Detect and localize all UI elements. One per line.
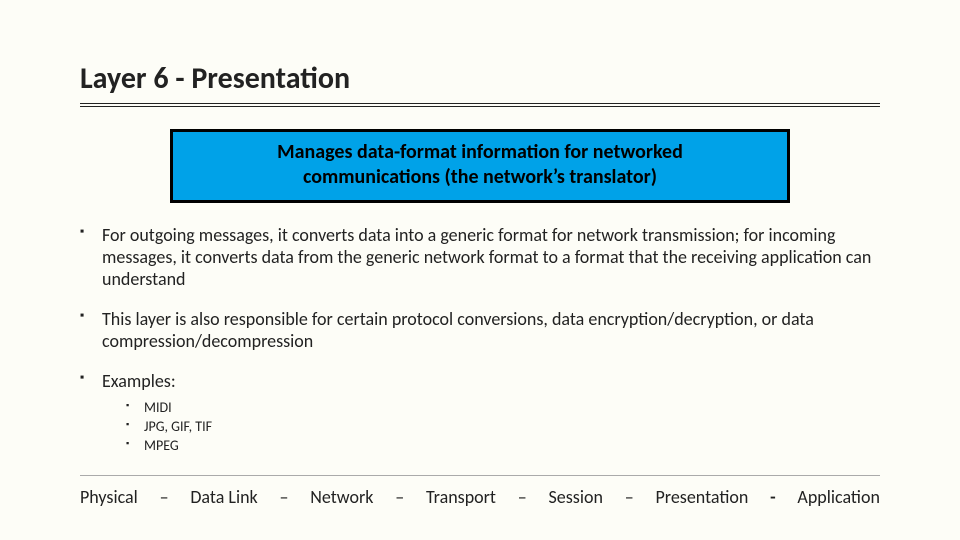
slide: Layer 6 - Presentation Manages data-form… [0,0,960,540]
title-divider [80,103,880,107]
separator-icon: – [280,486,289,508]
bullet-list: For outgoing messages, it converts data … [80,225,880,455]
bullet-item-label: Examples: [102,370,176,392]
layer-item: Session [549,486,603,508]
footer-divider [80,475,880,476]
layer-item: Application [797,486,880,508]
summary-line-1: Manages data-format information for netw… [277,140,683,164]
layer-item: Physical [80,486,138,508]
example-item: MIDI [126,399,880,418]
example-item: MPEG [126,437,880,456]
separator-icon: - [770,486,776,508]
layer-breadcrumb: Physical – Data Link – Network – Transpo… [80,486,880,508]
layer-item: Transport [426,486,496,508]
summary-line-2: communications (the network’s translator… [303,165,657,189]
separator-icon: – [518,486,527,508]
separator-icon: – [160,486,169,508]
separator-icon: – [395,486,404,508]
slide-title: Layer 6 - Presentation [80,60,880,97]
layer-item: Presentation [655,486,748,508]
footer: Physical – Data Link – Network – Transpo… [80,475,880,508]
layer-item: Network [310,486,373,508]
example-list: MIDI JPG, GIF, TIF MPEG [126,399,880,456]
layer-item: Data Link [190,486,257,508]
bullet-item: This layer is also responsible for certa… [80,309,880,353]
summary-box: Manages data-format information for netw… [170,129,790,203]
bullet-item: For outgoing messages, it converts data … [80,225,880,291]
bullet-item: Examples: MIDI JPG, GIF, TIF MPEG [80,371,880,456]
separator-icon: – [625,486,634,508]
example-item: JPG, GIF, TIF [126,418,880,437]
